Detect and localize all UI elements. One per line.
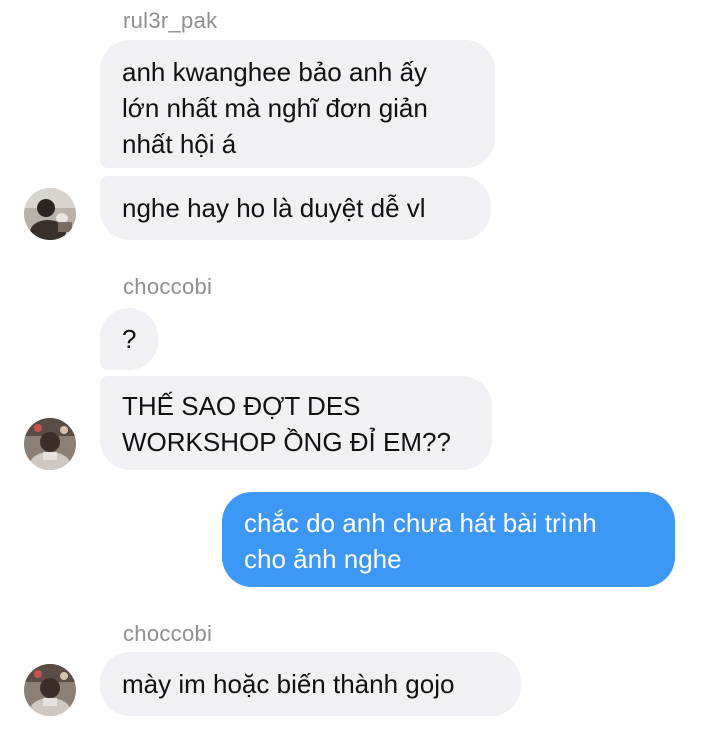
message-text: nghe hay ho là duyệt dễ vl [122, 193, 426, 223]
sender-name: rul3r_pak [123, 8, 218, 33]
message-text-line: lớn nhất mà nghĩ đơn giản [122, 93, 428, 123]
message-bubble[interactable]: THẾ SAO ĐỢT DES WORKSHOP ỒNG ĐỈ EM?? [100, 376, 492, 470]
message-bubble[interactable]: anh kwanghee bảo anh ấy lớn nhất mà nghĩ… [100, 40, 495, 168]
message-text-line: cho ảnh nghe [244, 544, 402, 574]
sender-name: choccobi [123, 621, 213, 646]
user-avatar-icon[interactable] [24, 188, 76, 240]
user-avatar-icon[interactable] [24, 418, 76, 470]
message-bubble-outgoing[interactable]: chắc do anh chưa hát bài trình cho ảnh n… [222, 492, 675, 587]
message-text-line: THẾ SAO ĐỢT DES [122, 391, 361, 421]
message-text: mày im hoặc biến thành gojo [122, 669, 455, 699]
message-bubble[interactable]: nghe hay ho là duyệt dễ vl [100, 176, 491, 240]
message-text-line: nhất hội á [122, 129, 237, 159]
user-avatar-icon[interactable] [24, 664, 76, 716]
message-text: ? [122, 324, 137, 354]
message-text-line: anh kwanghee bảo anh ấy [122, 57, 428, 87]
message-bubble[interactable]: ? [100, 308, 158, 370]
sender-name: choccobi [123, 274, 213, 299]
message-bubble[interactable]: mày im hoặc biến thành gojo [100, 652, 521, 716]
message-text-line: WORKSHOP ỒNG ĐỈ EM?? [122, 427, 451, 457]
message-text-line: chắc do anh chưa hát bài trình [244, 508, 597, 538]
